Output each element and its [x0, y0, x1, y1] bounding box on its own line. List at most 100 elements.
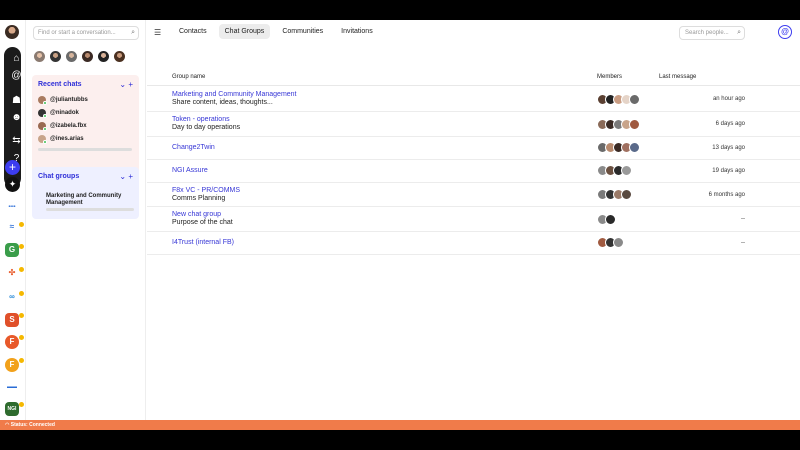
table-row[interactable]: New chat group Purpose of the chat -- — [147, 207, 800, 232]
recent-chat-item[interactable]: @ines.arias — [38, 135, 84, 144]
app-icon-6[interactable]: S — [5, 313, 19, 327]
recent-chat-item[interactable]: @juliantubbs — [38, 96, 88, 105]
tab-invitations[interactable]: Invitations — [335, 24, 379, 39]
group-name-link[interactable]: New chat group — [172, 211, 221, 218]
table-row[interactable]: Token - operations Day to day operations… — [147, 112, 800, 137]
app-rail: ⌂ @ ☗ ☻ ⇆ ? + ✦ •••• ≈ G ✣ ∞ S F F ▬▬ NG… — [0, 20, 26, 420]
add-icon[interactable]: + — [128, 80, 133, 89]
tab-communities[interactable]: Communities — [276, 24, 329, 39]
last-message-time: 13 days ago — [712, 145, 745, 151]
avatar[interactable] — [97, 50, 110, 63]
app-icon-7[interactable]: F — [5, 335, 19, 349]
conversation-search-input[interactable]: Find or start a conversation... ⌕ — [33, 26, 139, 40]
app-icon-5[interactable]: ∞ — [5, 290, 19, 304]
member-avatars[interactable] — [597, 189, 632, 200]
group-name-link[interactable]: I4Trust (internal FB) — [172, 239, 234, 246]
notification-dot — [19, 358, 24, 363]
scrollbar[interactable] — [38, 148, 132, 151]
tab-contacts[interactable]: Contacts — [173, 24, 213, 39]
user-avatar[interactable] — [5, 25, 19, 39]
table-row[interactable]: Change2Twin 13 days ago — [147, 137, 800, 160]
group-name-link[interactable]: Token - operations — [172, 116, 230, 123]
contacts-icon[interactable]: ☗ — [8, 92, 25, 109]
bot-icon[interactable]: ☻ — [8, 109, 25, 126]
group-name-link[interactable]: F8x VC - PR/COMMS — [172, 187, 240, 194]
group-name-link[interactable]: Marketing and Community Management — [172, 91, 297, 98]
last-message-time: 19 days ago — [712, 168, 745, 174]
home-icon[interactable]: ⌂ — [8, 50, 25, 67]
app-icon-4[interactable]: ✣ — [5, 266, 19, 280]
avatar — [629, 119, 640, 130]
scrollbar[interactable] — [46, 208, 134, 211]
chat-group-item[interactable]: Marketing and Community Management — [46, 193, 134, 207]
group-name-link[interactable]: NGI Assure — [172, 167, 208, 174]
member-avatars[interactable] — [597, 94, 640, 105]
group-description: Share content, ideas, thoughts... — [172, 99, 273, 106]
avatar — [38, 109, 47, 118]
member-avatars[interactable] — [597, 142, 640, 153]
recent-avatars — [33, 50, 126, 63]
avatar — [38, 122, 47, 131]
app-icon-3[interactable]: G — [5, 243, 19, 257]
menu-icon[interactable]: ☰ — [154, 28, 161, 37]
avatar[interactable] — [49, 50, 62, 63]
group-description: Day to day operations — [172, 124, 241, 131]
avatar[interactable] — [113, 50, 126, 63]
column-group-name: Group name — [172, 74, 206, 80]
avatar — [38, 96, 47, 105]
tab-chat-groups[interactable]: Chat Groups — [218, 24, 271, 39]
search-icon[interactable]: ⌕ — [131, 29, 135, 37]
notification-dot — [19, 222, 24, 227]
status-text: Status: Connected — [10, 422, 55, 428]
avatar — [629, 142, 640, 153]
app-icon-9[interactable]: ▬▬ — [5, 380, 19, 394]
app-icon-10[interactable]: NGI — [5, 402, 19, 416]
chat-handle: @ninadok — [50, 110, 79, 116]
last-message-time: 6 months ago — [708, 192, 745, 198]
member-avatars[interactable] — [597, 214, 616, 225]
notification-dot — [19, 244, 24, 249]
last-message-time: an hour ago — [712, 96, 745, 102]
chat-handle: @izabela.fbx — [50, 123, 87, 129]
table-row[interactable]: I4Trust (internal FB) -- — [147, 232, 800, 255]
recent-chats-title[interactable]: Recent chats — [38, 81, 82, 88]
recent-chats-controls[interactable]: ⌄ + — [119, 80, 133, 89]
member-avatars[interactable] — [597, 165, 632, 176]
avatar[interactable] — [33, 50, 46, 63]
plus-icon[interactable]: + — [5, 160, 20, 175]
mentions-button[interactable]: @ — [778, 25, 792, 39]
chat-groups-title[interactable]: Chat groups — [38, 173, 79, 180]
table-row[interactable]: Marketing and Community Management Share… — [147, 87, 800, 112]
avatar — [605, 214, 616, 225]
avatar[interactable] — [81, 50, 94, 63]
app-icon-8[interactable]: F — [5, 358, 19, 372]
add-icon[interactable]: + — [128, 172, 133, 181]
chat-groups-controls[interactable]: ⌄ + — [119, 172, 133, 181]
search-icon[interactable]: ⌕ — [737, 29, 741, 37]
recent-chat-item[interactable]: @ninadok — [38, 109, 79, 118]
member-avatars[interactable] — [597, 237, 624, 248]
group-description: Comms Planning — [172, 195, 226, 202]
recent-chats-card: Recent chats ⌄ + @juliantubbs @ninadok @… — [32, 75, 139, 178]
member-avatars[interactable] — [597, 119, 640, 130]
compass-icon[interactable]: ✦ — [5, 177, 20, 192]
transfer-icon[interactable]: ⇆ — [8, 132, 25, 149]
people-search-input[interactable]: Search people... ⌕ — [679, 26, 745, 40]
avatar[interactable] — [65, 50, 78, 63]
table-row[interactable]: NGI Assure 19 days ago — [147, 160, 800, 183]
table-row[interactable]: F8x VC - PR/COMMS Comms Planning 6 month… — [147, 183, 800, 207]
app-window: ⌂ @ ☗ ☻ ⇆ ? + ✦ •••• ≈ G ✣ ∞ S F F ▬▬ NG… — [0, 20, 800, 430]
chevron-down-icon[interactable]: ⌄ — [119, 172, 126, 181]
avatar — [629, 94, 640, 105]
left-panel: Find or start a conversation... ⌕ Recent… — [27, 20, 146, 420]
chat-handle: @juliantubbs — [50, 97, 88, 103]
at-icon[interactable]: @ — [8, 67, 25, 84]
recent-chat-item[interactable]: @izabela.fbx — [38, 122, 87, 131]
column-last-message: Last message — [659, 74, 697, 80]
group-name-link[interactable]: Change2Twin — [172, 144, 215, 151]
chevron-down-icon[interactable]: ⌄ — [119, 80, 126, 89]
bottom-letterbox — [0, 430, 800, 450]
avatar — [38, 135, 47, 144]
app-icon-1[interactable]: •••• — [5, 200, 19, 214]
app-icon-2[interactable]: ≈ — [5, 220, 19, 234]
